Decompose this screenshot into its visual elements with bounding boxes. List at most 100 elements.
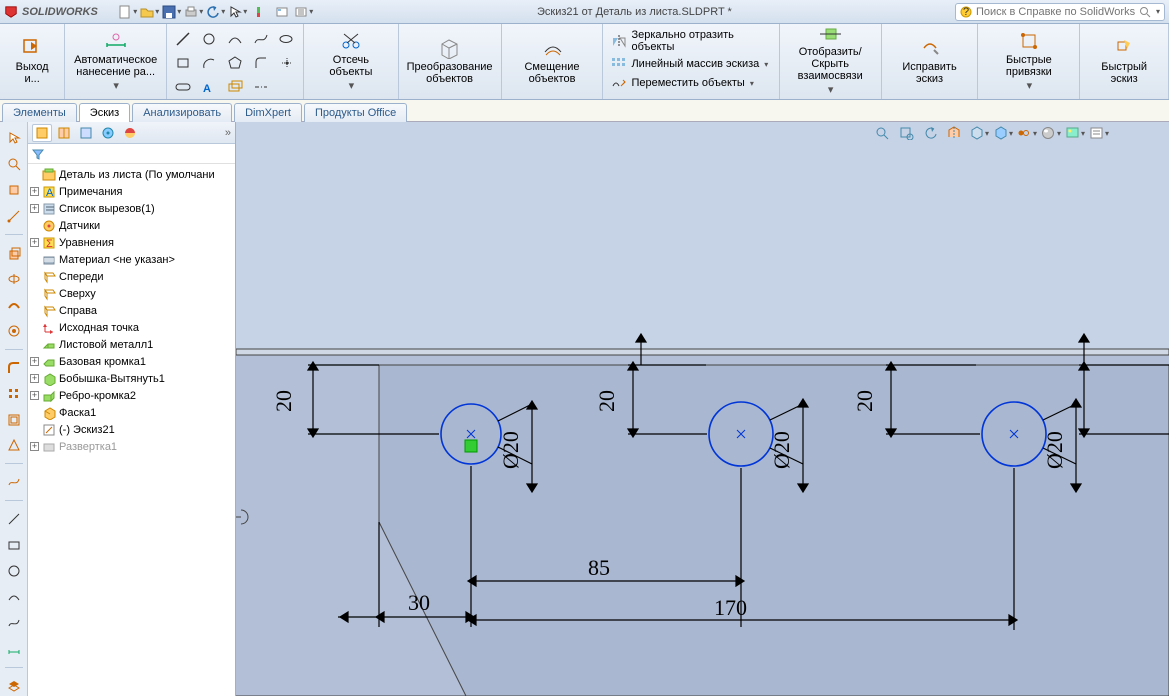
tree-origin[interactable]: Исходная точка (28, 319, 235, 336)
convert-button[interactable]: Преобразование объектов (403, 26, 497, 96)
refgeom-flyout-button[interactable] (4, 435, 24, 455)
tree-equations[interactable]: +ΣУравнения (28, 234, 235, 251)
tree-sketch21[interactable]: (-) Эскиз21 (28, 421, 235, 438)
graphics-viewport[interactable]: ▾ ▾ ▾ ▾ ▾ ▾ (236, 122, 1169, 696)
settings-button[interactable]: ▾ (294, 3, 314, 21)
tab-dimxpert[interactable]: DimXpert (234, 103, 302, 122)
tree-front[interactable]: Спереди (28, 268, 235, 285)
tree-top[interactable]: Сверху (28, 285, 235, 302)
line-flyout-button[interactable] (4, 509, 24, 529)
arc-flyout-button[interactable] (4, 587, 24, 607)
tree-sheetmetal[interactable]: Листовой металл1 (28, 336, 235, 353)
arc3-tool-button[interactable] (223, 28, 247, 50)
circle-flyout-button[interactable] (4, 561, 24, 581)
dim-flyout-button[interactable] (4, 639, 24, 659)
dim-20-mid[interactable]: 20 (594, 390, 619, 412)
pattern-flyout-button[interactable] (4, 384, 24, 404)
curve-flyout-button[interactable] (4, 472, 24, 492)
smart-dimension-button[interactable]: Автоматическое нанесение ра... ▾ (69, 26, 162, 96)
tree-flatpattern[interactable]: +Развертка1 (28, 438, 235, 455)
text-tool-button[interactable]: A (197, 76, 221, 98)
slot-tool-button[interactable] (171, 76, 195, 98)
polygon-tool-button[interactable] (223, 52, 247, 74)
move-button[interactable]: Переместить объекты▾ (607, 74, 774, 92)
dim-30[interactable]: 30 (408, 590, 430, 615)
rebuild-button[interactable] (250, 3, 270, 21)
open-button[interactable]: ▾ (140, 3, 160, 21)
display-relations-button[interactable]: Отобразить/Скрыть взаимосвязи▾ (784, 26, 877, 96)
tree-panel-expand[interactable]: » (225, 127, 231, 139)
tree-boss[interactable]: +Бобышка-Вытянуть1 (28, 370, 235, 387)
dim-dia-3[interactable]: Ø20 (1042, 431, 1067, 469)
tree-filter-bar[interactable] (28, 144, 235, 164)
plane-tool-button[interactable] (223, 76, 247, 98)
tree-edgeflange[interactable]: +Ребро-кромка2 (28, 387, 235, 404)
swept-flyout-button[interactable] (4, 295, 24, 315)
point-tool-button[interactable] (275, 52, 299, 74)
face-button[interactable] (4, 180, 24, 200)
dim-20-right[interactable]: 20 (852, 390, 877, 412)
tab-features[interactable]: Элементы (2, 103, 77, 122)
tree-baseflange[interactable]: +Базовая кромка1 (28, 353, 235, 370)
tab-office[interactable]: Продукты Office (304, 103, 407, 122)
tree-tab-dimxpert[interactable] (98, 124, 118, 142)
new-doc-button[interactable]: ▾ (118, 3, 138, 21)
tree-sensors[interactable]: Датчики (28, 217, 235, 234)
repair-sketch-button[interactable]: Исправить эскиз (886, 26, 974, 96)
left-toolbar (0, 122, 28, 696)
tree-annotations[interactable]: +AПримечания (28, 183, 235, 200)
dim-170[interactable]: 170 (714, 595, 747, 620)
arc-tool-button[interactable] (197, 52, 221, 74)
help-search[interactable]: ? ▾ (955, 3, 1165, 21)
exit-sketch-button[interactable]: Выход и... (4, 26, 60, 96)
select-flyout-button[interactable] (4, 128, 24, 148)
mag-button[interactable] (4, 154, 24, 174)
linear-pattern-button[interactable]: Линейный массив эскиза▾ (607, 55, 774, 73)
tree-tab-display[interactable] (120, 124, 140, 142)
fillet-tool-button[interactable] (249, 52, 273, 74)
dim-dia-2[interactable]: Ø20 (769, 431, 794, 469)
tree-cutlist[interactable]: +Список вырезов(1) (28, 200, 235, 217)
line-tool-button[interactable] (171, 28, 195, 50)
dim-dia-1[interactable]: Ø20 (498, 431, 523, 469)
search-dropdown[interactable]: ▾ (1156, 7, 1160, 16)
dim-85[interactable]: 85 (588, 555, 610, 580)
spline-flyout-button[interactable] (4, 613, 24, 633)
print-button[interactable]: ▾ (184, 3, 204, 21)
coincident-relation-icon[interactable] (465, 440, 477, 452)
rect-flyout-button[interactable] (4, 535, 24, 555)
centerline-tool-button[interactable] (249, 76, 273, 98)
fillet-flyout-button[interactable] (4, 358, 24, 378)
tree-right[interactable]: Справа (28, 302, 235, 319)
tree-chamfer[interactable]: Фаска1 (28, 404, 235, 421)
tab-evaluate[interactable]: Анализировать (132, 103, 232, 122)
spline-tool-button[interactable] (249, 28, 273, 50)
ellipse-tool-button[interactable] (275, 28, 299, 50)
dim-20-left[interactable]: 20 (271, 390, 296, 412)
tree-material[interactable]: Материал <не указан> (28, 251, 235, 268)
tree-tab-property[interactable] (54, 124, 74, 142)
sketch-select-button[interactable] (4, 206, 24, 226)
tree-tab-feature[interactable] (32, 124, 52, 142)
loft-flyout-button[interactable] (4, 321, 24, 341)
offset-button[interactable]: Смещение объектов (506, 26, 599, 96)
save-button[interactable]: ▾ (162, 3, 182, 21)
tree-tab-config[interactable] (76, 124, 96, 142)
tab-sketch[interactable]: Эскиз (79, 103, 130, 122)
mirror-button[interactable]: Зеркально отразить объекты (607, 28, 774, 54)
rapid-sketch-button[interactable]: Быстрый эскиз (1084, 26, 1164, 96)
rect-tool-button[interactable] (171, 52, 195, 74)
layers-flyout-button[interactable] (4, 676, 24, 696)
circle-tool-button[interactable] (197, 28, 221, 50)
undo-button[interactable]: ▾ (206, 3, 226, 21)
revolve-flyout-button[interactable] (4, 269, 24, 289)
select-button[interactable]: ▾ (228, 3, 248, 21)
options-button[interactable] (272, 3, 292, 21)
feature-tree[interactable]: Деталь из листа (По умолчани +AПримечани… (28, 164, 235, 696)
trim-button[interactable]: Отсечь объекты▾ (308, 26, 394, 96)
quick-snaps-button[interactable]: Быстрые привязки▾ (982, 26, 1075, 96)
tree-root[interactable]: Деталь из листа (По умолчани (28, 166, 235, 183)
extrude-flyout-button[interactable] (4, 243, 24, 263)
shell-flyout-button[interactable] (4, 410, 24, 430)
help-search-input[interactable] (976, 6, 1135, 18)
